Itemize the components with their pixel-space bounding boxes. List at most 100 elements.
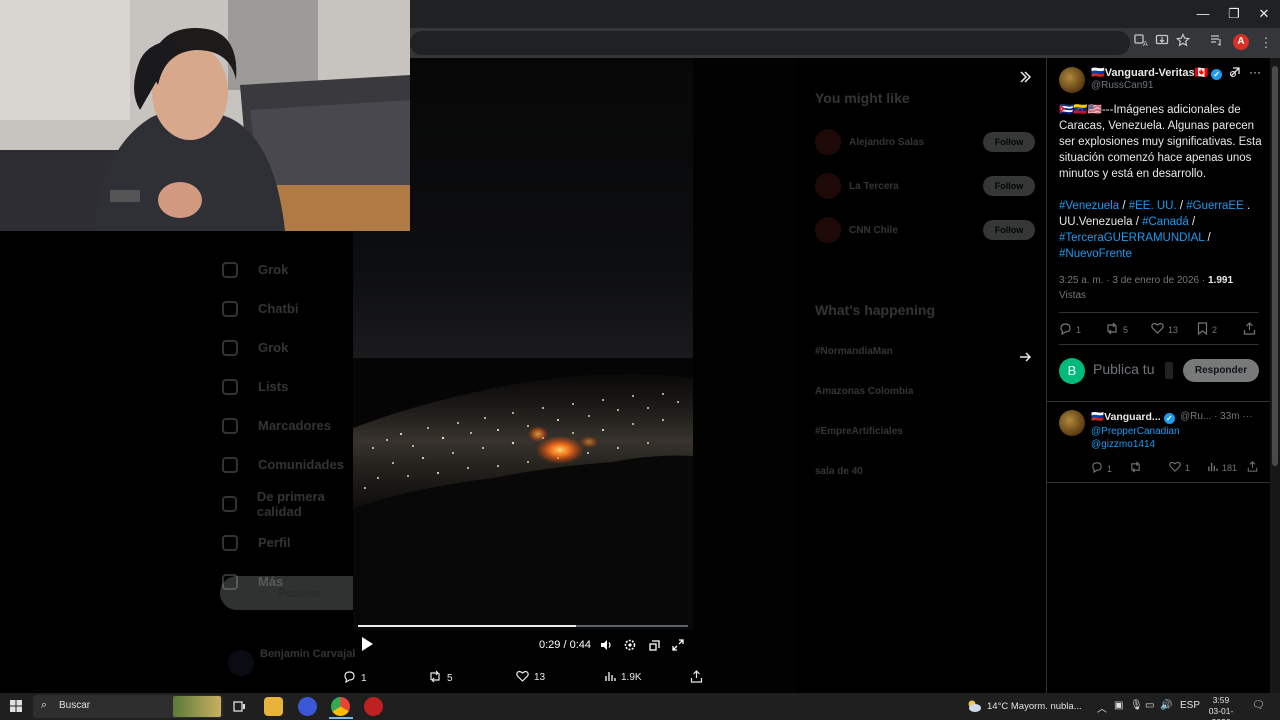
close-window-button[interactable]: ✕ [1249, 4, 1279, 24]
volume-icon[interactable] [598, 638, 614, 654]
file-explorer-icon[interactable] [264, 697, 283, 716]
taskbar-clock[interactable]: 3:5903-01-2026 [1200, 695, 1242, 720]
reply-input[interactable]: Publica tu [1093, 361, 1175, 381]
share-button[interactable] [1243, 322, 1260, 338]
nav-item[interactable]: Grok [222, 328, 362, 367]
reply-repost-button[interactable] [1129, 461, 1146, 476]
reply-like-button[interactable]: 1 [1169, 461, 1190, 475]
nav-item[interactable]: Chatbi [222, 289, 362, 328]
reply-submit-button[interactable]: Responder [1183, 359, 1259, 382]
nav-label: Grok [258, 340, 289, 355]
next-media-arrow-icon[interactable] [1018, 350, 1032, 368]
video-progress-bar[interactable] [358, 625, 688, 627]
reply-author-avatar[interactable] [1059, 410, 1085, 436]
hashtag-link[interactable]: #GuerraEE [1186, 200, 1244, 212]
panel-scrollbar[interactable] [1270, 58, 1280, 693]
chrome-icon[interactable] [331, 697, 350, 716]
settings-gear-icon[interactable] [622, 638, 638, 654]
tray-app-icon[interactable]: ▣ [1114, 700, 1123, 711]
trend-item[interactable]: #EmpreArtificiales [815, 412, 1035, 452]
account-name[interactable]: Benjamin Carvajal [260, 648, 355, 660]
picture-in-picture-icon[interactable] [647, 638, 663, 654]
reply-more-icon[interactable]: ··· [1242, 411, 1252, 422]
video-share-button[interactable] [690, 670, 708, 686]
follow-button[interactable]: Follow [983, 176, 1035, 196]
bookmark-star-icon[interactable] [1173, 33, 1193, 53]
translate-icon[interactable]: A [1131, 33, 1151, 53]
discord-icon[interactable] [298, 697, 317, 716]
account-avatar[interactable] [228, 650, 254, 676]
views-chart-icon [1207, 461, 1218, 475]
reply-author-handle[interactable]: @Ru... · 33m ··· [1180, 411, 1252, 422]
nav-item[interactable]: Marcadores [222, 406, 362, 445]
language-indicator[interactable]: ESP [1180, 700, 1200, 711]
media-queue-icon[interactable] [1206, 33, 1226, 53]
search-placeholder: Buscar [59, 700, 91, 711]
follow-button[interactable]: Follow [983, 220, 1035, 240]
hashtag-link[interactable]: #NuevoFrente [1059, 248, 1132, 260]
browser-menu-icon[interactable]: ⋮ [1256, 33, 1276, 53]
maximize-button[interactable]: ❐ [1219, 4, 1249, 24]
cloudy-weather-icon[interactable] [966, 698, 982, 714]
nav-item[interactable]: Lists [222, 367, 362, 406]
hashtag-link[interactable]: #Canadá [1142, 216, 1189, 228]
taskbar-search[interactable]: ⌕ Buscar [33, 695, 223, 718]
nav-item[interactable]: Comunidades [222, 445, 362, 484]
tray-overflow-chevron-icon[interactable]: ︿ [1097, 700, 1107, 715]
author-name[interactable]: 🇷🇺Vanguard-Veritas🇨🇦 ✓ [1091, 66, 1223, 80]
nav-item[interactable]: Perfil [222, 523, 362, 562]
notifications-icon[interactable]: 🗨 [1252, 700, 1265, 711]
mention-link[interactable]: @PrepperCanadian [1091, 426, 1180, 437]
volume-tray-icon[interactable]: 🔊 [1160, 700, 1172, 711]
video-like-button[interactable]: 13 [516, 670, 545, 685]
video-repost-button[interactable]: 5 [428, 670, 453, 686]
profile-avatar[interactable]: A [1233, 34, 1249, 50]
nav-item[interactable]: De primera calidad [222, 484, 362, 523]
task-view-icon[interactable] [230, 697, 249, 716]
collapse-panel-icon[interactable] [1018, 70, 1032, 89]
reply-views-button[interactable]: 181 [1207, 461, 1237, 475]
like-button[interactable]: 13 [1151, 322, 1178, 337]
post-timestamp[interactable]: 3:25 a. m. · 3 de enero de 2026 · [1059, 275, 1208, 286]
follow-button[interactable]: Follow [983, 132, 1035, 152]
like-count: 13 [534, 672, 546, 683]
play-icon[interactable] [360, 636, 376, 654]
reply-icon [343, 670, 356, 686]
windows-start-icon[interactable] [10, 700, 22, 712]
author-handle[interactable]: @RussCan91 [1091, 80, 1153, 91]
install-app-icon[interactable] [1152, 33, 1172, 53]
trend-item[interactable]: #NormandiaMan [815, 332, 1035, 372]
trend-item[interactable]: Amazonas Colombia [815, 372, 1035, 412]
address-bar[interactable] [410, 31, 1130, 55]
video-views-button[interactable]: 1.9K [604, 670, 642, 685]
weather-text[interactable]: 14°C Mayorm. nubla... [987, 701, 1082, 712]
hashtag-link[interactable]: #EE. UU. [1129, 200, 1177, 212]
repost-count: 5 [447, 672, 453, 684]
reply-share-button[interactable] [1247, 461, 1262, 475]
microphone-icon[interactable]: 🎙 [1130, 700, 1143, 711]
more-options-icon[interactable]: ··· [1249, 65, 1261, 79]
nav-item[interactable]: Grok [222, 250, 362, 289]
hashtag-link[interactable]: #Venezuela [1059, 200, 1119, 212]
scrollbar-thumb[interactable] [1272, 66, 1278, 466]
bookmark-count: 2 [1212, 325, 1218, 335]
follow-suggestion[interactable]: CNN Chile Follow [815, 208, 1035, 252]
reply-reply-button[interactable]: 1 [1091, 461, 1112, 476]
repost-button[interactable]: 5 [1105, 322, 1128, 338]
grok-icon[interactable] [1229, 66, 1241, 81]
video-reply-button[interactable]: 1 [343, 670, 367, 686]
mention-link[interactable]: @gizzmo1414 [1091, 439, 1155, 450]
recording-app-icon[interactable] [364, 697, 383, 716]
follow-suggestion[interactable]: Alejandro Salas Follow [815, 120, 1035, 164]
author-avatar[interactable] [1059, 67, 1085, 93]
reply-button[interactable]: 1 [1059, 322, 1081, 338]
follow-suggestion[interactable]: La Tercera Follow [815, 164, 1035, 208]
network-icon[interactable]: ▭ [1145, 700, 1154, 711]
minimize-button[interactable]: — [1188, 4, 1218, 24]
reply-author-name[interactable]: 🇷🇺Vanguard... ✓ [1091, 410, 1175, 424]
bookmark-button[interactable]: 2 [1197, 322, 1217, 338]
trend-item[interactable]: sala de 40 [815, 452, 1035, 492]
hashtag-link[interactable]: #TerceraGUERRAMUNDIAL [1059, 232, 1204, 244]
fullscreen-icon[interactable] [670, 638, 686, 654]
video-time-separator: / [560, 639, 570, 651]
